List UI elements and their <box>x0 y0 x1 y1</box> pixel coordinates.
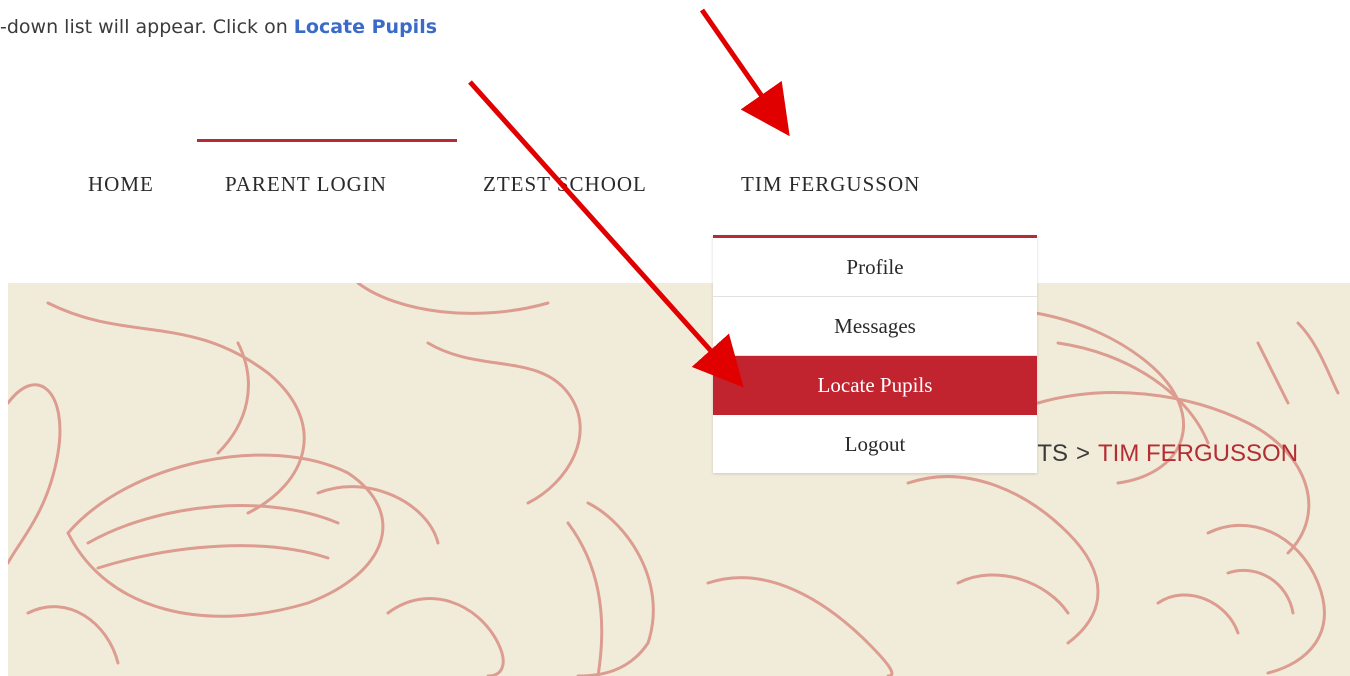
menu-item-logout[interactable]: Logout <box>713 415 1037 473</box>
menu-item-locate-pupils[interactable]: Locate Pupils <box>713 356 1037 415</box>
breadcrumb-current: TIM FERGUSSON <box>1098 440 1299 467</box>
menu-item-messages[interactable]: Messages <box>713 297 1037 356</box>
nav-item-ztest-school[interactable]: ZTEST SCHOOL <box>483 172 647 197</box>
menu-item-profile[interactable]: Profile <box>713 238 1037 297</box>
breadcrumb-separator: > <box>1076 440 1091 467</box>
sketch-illustration <box>8 283 1340 676</box>
instruction-emphasis: Locate Pupils <box>293 16 438 38</box>
instruction-lead: -down list will appear. Click on <box>0 16 294 38</box>
nav-item-home[interactable]: HOME <box>88 172 154 197</box>
arrow-icon <box>699 8 790 137</box>
nav-item-user[interactable]: TIM FERGUSSON <box>741 172 920 197</box>
breadcrumb: NTS > TIM FERGUSSON <box>1020 440 1298 468</box>
instruction-text: -down list will appear. Click on Locate … <box>0 16 437 38</box>
nav-active-indicator <box>197 139 457 142</box>
user-dropdown-menu: Profile Messages Locate Pupils Logout <box>713 235 1037 473</box>
hero-banner <box>8 283 1350 676</box>
nav-item-parent-login[interactable]: PARENT LOGIN <box>225 172 387 197</box>
main-nav: HOME PARENT LOGIN ZTEST SCHOOL TIM FERGU… <box>0 172 1350 202</box>
